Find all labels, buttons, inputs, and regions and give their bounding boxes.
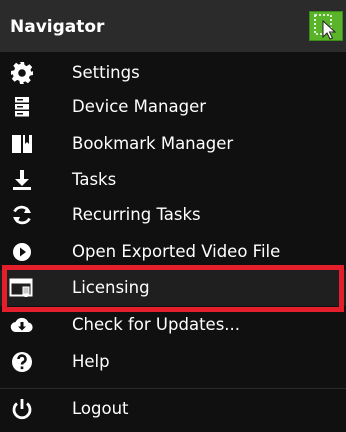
help-icon xyxy=(7,347,37,377)
bookmark-icon xyxy=(7,129,37,159)
menu-item-help[interactable]: Help xyxy=(0,344,346,380)
menu-item-label: Licensing xyxy=(72,278,150,297)
menu-header: Navigator xyxy=(0,0,346,52)
menu-item-label: Logout xyxy=(72,399,129,418)
server-icon xyxy=(7,92,37,122)
menu-item-label: Check for Updates... xyxy=(72,315,241,334)
navigator-toggle-button[interactable] xyxy=(309,11,343,41)
menu-item-label: Open Exported Video File xyxy=(72,242,281,261)
power-icon xyxy=(7,394,37,424)
menu-item-label: Device Manager xyxy=(72,97,206,116)
menu-item-logout[interactable]: Logout xyxy=(0,391,346,427)
menu-item-label: Bookmark Manager xyxy=(72,134,234,153)
menu-item-tasks[interactable]: Tasks xyxy=(0,162,346,198)
menu-item-label: Tasks xyxy=(72,170,117,189)
download-icon xyxy=(7,165,37,195)
gear-icon xyxy=(7,58,37,88)
menu-item-label: Recurring Tasks xyxy=(72,205,201,224)
cursor-select-icon xyxy=(314,14,337,40)
refresh-icon xyxy=(7,200,37,230)
menu-item-recurring-tasks[interactable]: Recurring Tasks xyxy=(0,197,346,233)
menu-item-label: Settings xyxy=(72,63,140,82)
license-icon xyxy=(7,273,37,303)
menu-item-label: Help xyxy=(72,352,110,371)
menu-item-licensing[interactable]: Licensing xyxy=(0,270,346,306)
play-circle-icon xyxy=(7,237,37,267)
menu-title: Navigator xyxy=(10,17,105,37)
menu-item-settings[interactable]: Settings xyxy=(0,55,346,91)
menu-item-open-exported-video-file[interactable]: Open Exported Video File xyxy=(0,234,346,270)
menu-item-bookmark-manager[interactable]: Bookmark Manager xyxy=(0,126,346,162)
cloud-download-icon xyxy=(7,310,37,340)
menu-item-device-manager[interactable]: Device Manager xyxy=(0,89,346,125)
menu-divider xyxy=(0,388,346,389)
navigator-menu: Navigator Settings Device Manager Bookma… xyxy=(0,0,346,432)
menu-item-check-for-updates[interactable]: Check for Updates... xyxy=(0,307,346,343)
